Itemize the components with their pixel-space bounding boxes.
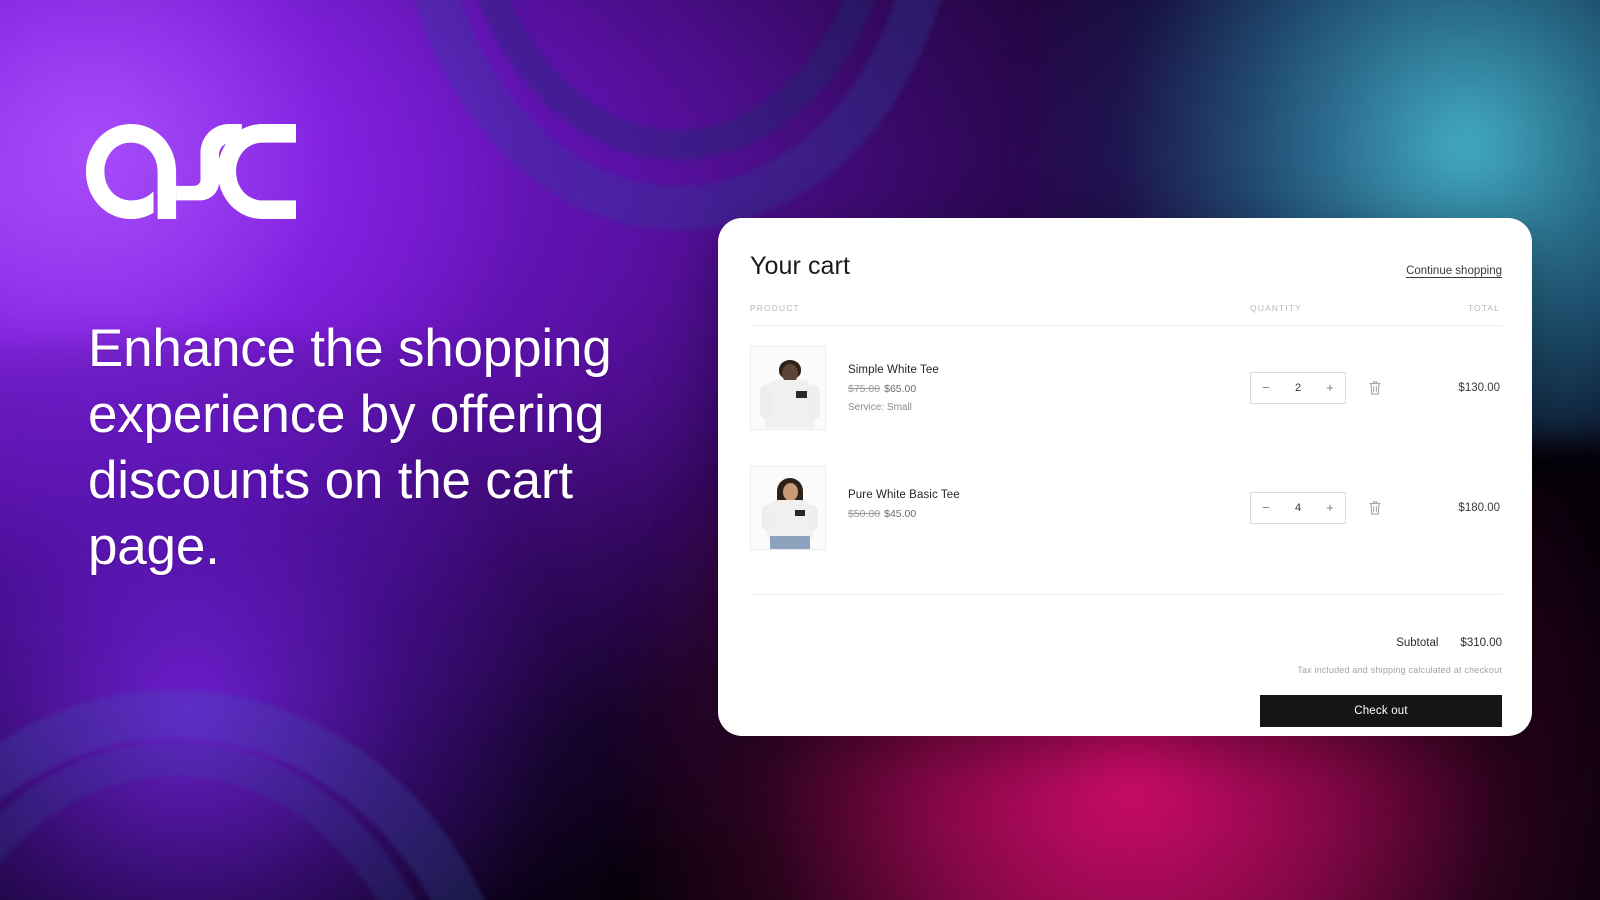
column-header-total: TOTAL: [1467, 303, 1500, 313]
quantity-input[interactable]: 2: [1281, 382, 1315, 394]
quantity-input[interactable]: 4: [1281, 502, 1315, 514]
cart-summary: Subtotal $310.00 Tax included and shippin…: [750, 637, 1502, 727]
column-header-quantity: QUANTITY: [1250, 303, 1302, 313]
tax-note: Tax included and shipping calculated at …: [1297, 665, 1502, 675]
hero-panel: Enhance the shopping experience by offer…: [0, 0, 720, 900]
checkout-button[interactable]: Check out: [1260, 695, 1502, 727]
page-title: Enhance the shopping experience by offer…: [88, 319, 612, 576]
column-header-product: PRODUCT: [750, 303, 800, 313]
product-thumbnail[interactable]: [750, 466, 826, 550]
quantity-stepper[interactable]: − 2 +: [1250, 372, 1346, 404]
osc-logo: [84, 124, 298, 220]
cart-table-header: PRODUCT QUANTITY TOTAL: [750, 303, 1502, 326]
quantity-decrease-button[interactable]: −: [1251, 493, 1281, 523]
cart-divider: [750, 594, 1502, 595]
compare-at-price: $50.00: [848, 508, 881, 520]
quantity-increase-button[interactable]: +: [1315, 373, 1345, 403]
cart-item-total: $130.00: [1458, 382, 1500, 394]
compare-at-price: $75.00: [848, 382, 881, 395]
continue-shopping-link[interactable]: Continue shopping: [1406, 265, 1502, 277]
product-name[interactable]: Simple White Tee: [848, 364, 939, 376]
cart-item-quantity: − 4 +: [1250, 492, 1450, 524]
product-details: Simple White Tee $75.00 $65.00 Service: S…: [848, 364, 939, 413]
quantity-increase-button[interactable]: +: [1315, 493, 1345, 523]
product-thumbnail[interactable]: [750, 346, 826, 430]
product-variant: Service: Small: [848, 401, 912, 413]
discounted-price: $65.00: [884, 382, 917, 395]
cart-item-product: Simple White Tee $75.00 $65.00 Service: S…: [750, 346, 1250, 430]
subtotal-value: $310.00: [1460, 637, 1502, 649]
product-price: $75.00 $65.00: [848, 383, 939, 395]
discounted-price: $45.00: [884, 508, 917, 520]
subtotal-label: Subtotal: [1396, 637, 1439, 649]
cart-item-total: $180.00: [1458, 502, 1500, 514]
trash-icon[interactable]: [1368, 500, 1382, 516]
cart-header: Your cart Continue shopping: [750, 252, 1502, 281]
table-row: Simple White Tee $75.00 $65.00 Service: S…: [750, 326, 1502, 448]
cart-item-quantity: − 2 +: [1250, 372, 1450, 404]
product-price: $50.00 $45.00: [848, 508, 960, 520]
trash-icon[interactable]: [1368, 380, 1382, 396]
cart-title: Your cart: [750, 252, 851, 280]
quantity-stepper[interactable]: − 4 +: [1250, 492, 1346, 524]
checkout-row: Check out: [750, 695, 1502, 727]
subtotal-row: Subtotal $310.00: [750, 637, 1502, 649]
cart-card: Your cart Continue shopping PRODUCT QUAN…: [718, 218, 1532, 736]
cart-item-product: Pure White Basic Tee $50.00 $45.00: [750, 466, 1250, 550]
quantity-decrease-button[interactable]: −: [1251, 373, 1281, 403]
product-name[interactable]: Pure White Basic Tee: [848, 489, 960, 501]
product-details: Pure White Basic Tee $50.00 $45.00: [848, 489, 960, 527]
table-row: Pure White Basic Tee $50.00 $45.00 − 4 + …: [750, 448, 1502, 568]
